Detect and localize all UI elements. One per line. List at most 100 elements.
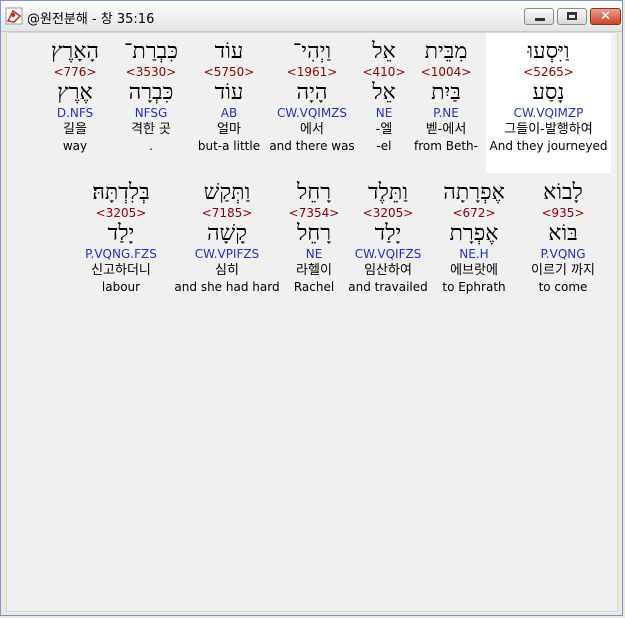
word-cell[interactable]: וַיִּסְעוּ <5265> נָסַע CW.VQIMZP 그들이-발행… [486,39,611,154]
korean-gloss: 그들이-발행하여 [504,122,593,137]
hebrew-word: בְּלִדְתָּהּ׃ [92,180,150,205]
hebrew-lemma: יָלַד [374,221,402,246]
english-gloss: -el [376,139,392,153]
parse-code: CW.VQIMZP [513,106,584,120]
word-cell[interactable]: וַתֵּלֶד <3205> יָלַד CW.VQIFZS 임산하여 and… [347,180,429,295]
close-icon: ✕ [600,9,611,24]
strong-number: <5750> [203,65,255,79]
korean-gloss: 임산하여 [364,263,412,278]
parse-code: P.VQNG.FZS [85,247,157,261]
minimize-button[interactable] [524,8,554,25]
hebrew-lemma: קָשָׁה [206,221,247,246]
window-title: @원전분해 - 창 35:16 [27,12,155,27]
korean-gloss: 에브랏에 [450,263,498,278]
close-button[interactable]: ✕ [590,8,621,25]
hebrew-word: כִּבְרַת־ [123,39,178,64]
word-cell[interactable]: לָבוֹא <935> בּוֹא P.VQNG 이르기 까지 to come [519,180,607,295]
word-cell[interactable]: מִבֵּית <1004> בַּיִת P.NE 벧-에서 from Bet… [411,39,481,154]
korean-gloss: 에서 [300,122,324,137]
strong-number: <3530> [125,65,177,79]
hebrew-word: רָחֵל [296,180,332,205]
hebrew-word: אֶפְרָתָה [443,180,505,205]
korean-gloss: 격한 곳 [130,122,171,137]
hebrew-word: מִבֵּית [424,39,468,64]
strong-number: <935> [541,206,585,220]
hebrew-lemma: בּוֹא [548,221,578,246]
korean-gloss: 이르기 까지 [531,263,595,278]
hebrew-word: לָבוֹא [543,180,583,205]
hebrew-lemma: רָחֵל [296,221,332,246]
hebrew-lemma: נָסַע [532,80,565,105]
hebrew-word: וַתֵּלֶד [368,180,408,205]
strong-number: <1961> [286,65,338,79]
parse-code: NFSG [134,106,168,120]
strong-number: <1004> [420,65,472,79]
english-gloss: And they journeyed [489,139,608,153]
korean-gloss: -엘 [375,122,393,137]
strong-number: <410> [362,65,406,79]
strong-number: <672> [452,206,496,220]
parse-code: NE [375,106,393,120]
title-bar[interactable]: @원전분해 - 창 35:16 ✕ [1,1,622,32]
strong-number: <7354> [288,206,340,220]
korean-gloss: 길을 [63,122,87,137]
korean-gloss: 심히 [215,263,239,278]
app-icon [5,7,23,25]
parse-code: D.NFS [56,106,94,120]
parse-code: CW.VQIFZS [354,247,422,261]
english-gloss: but-a little [197,139,261,153]
english-gloss: and travailed [348,280,428,294]
word-cell[interactable]: כִּבְרַת־ <3530> כִּבְרָה NFSG 격한 곳 . [117,39,185,154]
hebrew-lemma: עוֹד [214,80,244,105]
hebrew-word: אֵל [372,39,396,64]
strong-number: <5265> [523,65,574,79]
hebrew-lemma: בַּיִת [431,80,461,105]
word-cell[interactable]: וַיְהִי־ <1961> הָיָה CW.VQIMZS 에서 and t… [269,39,355,154]
hebrew-word: הָאָרֶץ [50,39,100,64]
parse-code: NE.H [459,247,489,261]
english-gloss: to Ephrath [442,280,506,294]
word-cell[interactable]: רָחֵל <7354> רָחֵל NE 라헬이 Rachel [285,180,343,295]
korean-gloss: 벧-에서 [425,122,467,137]
hebrew-lemma: אֶפְרָת [449,221,499,246]
word-cell[interactable]: אֵל <410> אֵל NE -엘 -el [359,39,409,154]
hebrew-word: וַיִּסְעוּ [527,39,570,64]
word-cell[interactable]: בְּלִדְתָּהּ׃ <3205> יָלַד P.VQNG.FZS 신고… [73,180,169,295]
strong-number: <3205> [95,206,147,220]
korean-gloss: 라헬이 [296,263,332,278]
strong-number: <7185> [201,206,253,220]
hebrew-lemma: הָיָה [296,80,328,105]
minimize-icon [535,18,545,21]
english-gloss: and there was [269,139,355,153]
english-gloss: . [149,139,153,153]
hebrew-lemma: יָלַד [107,221,135,246]
word-cell[interactable]: הָאָרֶץ <776> אֶרֶץ D.NFS 길을 way [43,39,107,154]
english-gloss: from Beth- [414,139,478,153]
app-window: @원전분해 - 창 35:16 ✕ וַיִּסְעוּ <5265> נָסַ… [0,0,623,616]
word-cell[interactable]: אֶפְרָתָה <672> אֶפְרָת NE.H 에브랏에 to Eph… [435,180,513,295]
korean-gloss: 신고하더니 [91,263,151,278]
hebrew-word: וַיְהִי־ [292,39,332,64]
parse-code: P.VQNG [540,247,586,261]
strong-number: <776> [53,65,97,79]
english-gloss: Rachel [293,280,335,294]
parse-code: AB [220,106,238,120]
english-gloss: to come [538,280,588,294]
word-cell[interactable]: עוֹד <5750> עוֹד AB 얼마 but-a little [197,39,261,154]
hebrew-word: עוֹד [214,39,244,64]
parse-code: P.NE [433,106,459,120]
korean-gloss: 얼마 [217,122,241,137]
english-gloss: and she had hard [174,280,280,294]
english-gloss: way [62,139,88,153]
hebrew-word: וַתְּקַשׁ [203,180,251,205]
parse-code: CW.VPIFZS [194,247,260,261]
english-gloss: labour [101,280,141,294]
hebrew-lemma: כִּבְרָה [128,80,174,105]
maximize-button[interactable] [557,8,587,25]
word-cell[interactable]: וַתְּקַשׁ <7185> קָשָׁה CW.VPIFZS 심히 and… [173,180,281,295]
strong-number: <3205> [362,206,414,220]
hebrew-lemma: אֶרֶץ [57,80,93,105]
maximize-icon [567,12,577,20]
hebrew-lemma: אֵל [372,80,396,105]
parse-code: CW.VQIMZS [276,106,348,120]
